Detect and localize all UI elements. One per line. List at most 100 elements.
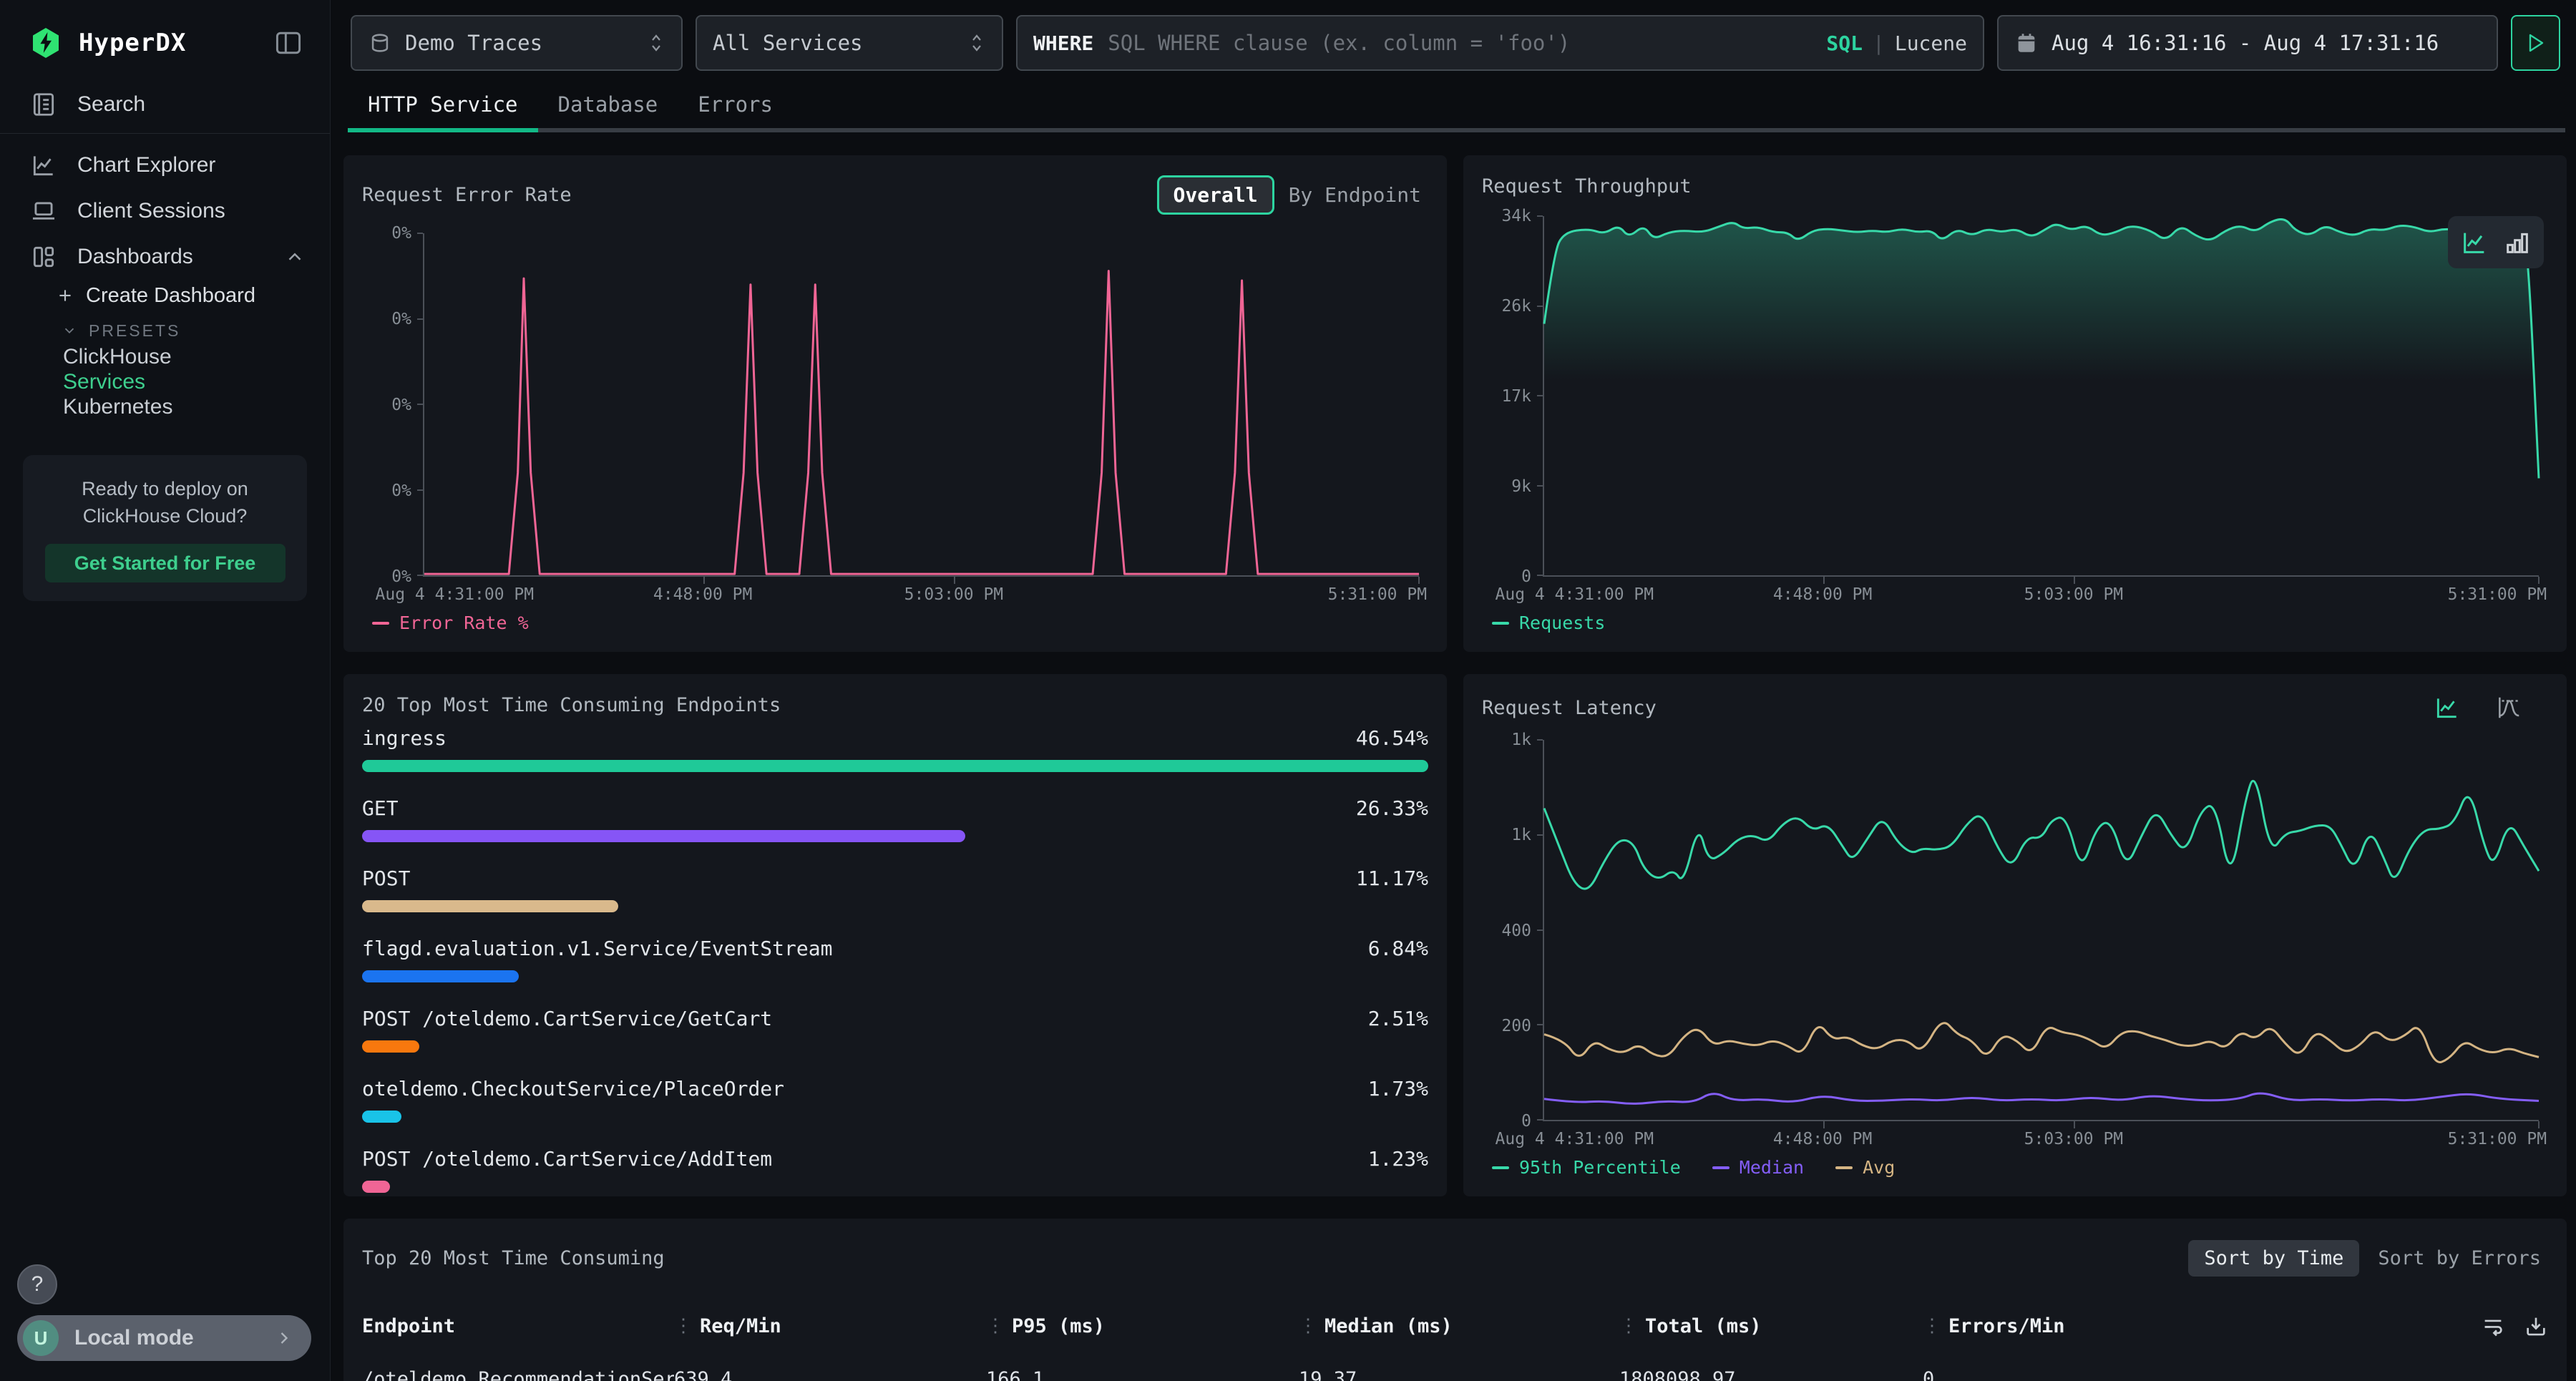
line-chart-icon[interactable] bbox=[2434, 694, 2461, 721]
column-grip-icon[interactable]: ⋮ bbox=[1299, 1315, 1317, 1337]
endpoint-label: POST bbox=[362, 867, 410, 890]
time-range-picker[interactable]: Aug 4 16:31:16 - Aug 4 17:31:16 bbox=[1997, 15, 2498, 71]
histogram-icon[interactable] bbox=[2495, 694, 2522, 721]
wrap-text-icon[interactable] bbox=[2481, 1314, 2505, 1338]
series-line-median bbox=[1544, 1093, 2539, 1103]
service-select[interactable]: All Services bbox=[696, 15, 1003, 71]
sidebar-item-kubernetes[interactable]: Kubernetes bbox=[0, 394, 330, 419]
download-icon[interactable] bbox=[2524, 1314, 2548, 1338]
mode-divider: | bbox=[1873, 31, 1885, 55]
run-query-button[interactable] bbox=[2511, 15, 2560, 71]
overall-toggle-button[interactable]: Overall bbox=[1157, 175, 1274, 215]
endpoint-row[interactable]: GET26.33% bbox=[362, 796, 1428, 842]
y-tick-label: 17k bbox=[1501, 387, 1531, 406]
y-tick-label: 1k bbox=[1511, 826, 1531, 844]
column-header-req-min[interactable]: ⋮Req/Min bbox=[674, 1315, 986, 1337]
table-tools bbox=[2462, 1314, 2548, 1338]
table-cell: 19.37 bbox=[1299, 1368, 1619, 1381]
endpoint-bar bbox=[362, 830, 965, 842]
dashboards-icon bbox=[30, 243, 57, 270]
y-axis: 0%0%0%0%0% bbox=[361, 233, 423, 577]
table-cell: /oteldemo.RecommendationServ bbox=[362, 1368, 674, 1381]
endpoint-percent: 1.73% bbox=[1368, 1077, 1428, 1101]
table-header-row: Endpoint ⋮Req/Min ⋮P95 (ms) ⋮Median (ms)… bbox=[343, 1301, 2567, 1351]
endpoint-row[interactable]: POST11.17% bbox=[362, 867, 1428, 912]
y-tick-label: 0% bbox=[391, 482, 411, 500]
endpoint-row[interactable]: flagd.evaluation.v1.Service/EventStream6… bbox=[362, 937, 1428, 982]
table-row[interactable]: /oteldemo.RecommendationServ639.4166.119… bbox=[343, 1351, 2567, 1381]
column-header-total[interactable]: ⋮Total (ms) bbox=[1619, 1315, 1923, 1337]
chevron-right-icon bbox=[274, 1328, 294, 1348]
sort-by-time-button[interactable]: Sort by Time bbox=[2188, 1240, 2359, 1277]
table-cell: 639.4 bbox=[674, 1368, 986, 1381]
legend-dash-icon bbox=[1835, 1166, 1853, 1169]
y-tick-mark bbox=[417, 575, 423, 576]
by-endpoint-toggle-button[interactable]: By Endpoint bbox=[1289, 183, 1421, 207]
sidebar-item-client-sessions[interactable]: Client Sessions bbox=[0, 188, 330, 234]
legend-label: Error Rate % bbox=[399, 613, 529, 633]
series-line-avg bbox=[1544, 1023, 2539, 1063]
endpoint-row[interactable]: POST /oteldemo.CartService/GetCart2.51% bbox=[362, 1007, 1428, 1053]
endpoint-row[interactable]: POST /oteldemo.CartService/AddItem1.23% bbox=[362, 1147, 1428, 1193]
column-grip-icon[interactable]: ⋮ bbox=[1923, 1315, 1941, 1337]
bar-chart-icon[interactable] bbox=[2503, 228, 2532, 257]
column-header-median[interactable]: ⋮Median (ms) bbox=[1299, 1315, 1619, 1337]
sort-by-errors-button[interactable]: Sort by Errors bbox=[2378, 1247, 2541, 1269]
column-grip-icon[interactable]: ⋮ bbox=[1619, 1315, 1638, 1337]
lucene-mode-button[interactable]: Lucene bbox=[1895, 31, 1967, 55]
sidebar-collapse-icon[interactable] bbox=[273, 27, 304, 59]
column-header-p95[interactable]: ⋮P95 (ms) bbox=[986, 1315, 1299, 1337]
endpoint-label: POST /oteldemo.CartService/AddItem bbox=[362, 1147, 772, 1171]
dashboard-grid: Request Error Rate Overall By Endpoint 0… bbox=[331, 132, 2576, 1381]
column-header-errors-min[interactable]: ⋮Errors/Min bbox=[1923, 1315, 2462, 1337]
where-badge: WHERE bbox=[1033, 31, 1093, 55]
sidebar-item-label: Chart Explorer bbox=[77, 153, 330, 177]
legend-item: Error Rate % bbox=[372, 613, 529, 633]
sidebar-item-chart-explorer[interactable]: Chart Explorer bbox=[0, 142, 330, 188]
column-grip-icon[interactable]: ⋮ bbox=[986, 1315, 1005, 1337]
endpoint-row[interactable]: oteldemo.CheckoutService/PlaceOrder 1.73% bbox=[362, 1077, 1428, 1123]
search-placeholder: SQL WHERE clause (ex. column = 'foo') bbox=[1108, 31, 1826, 55]
endpoint-label: oteldemo.CheckoutService/PlaceOrder bbox=[362, 1077, 784, 1101]
help-button[interactable]: ? bbox=[17, 1264, 57, 1304]
tab-database[interactable]: Database bbox=[538, 82, 678, 128]
search-input[interactable]: WHERE SQL WHERE clause (ex. column = 'fo… bbox=[1016, 15, 1984, 71]
endpoint-percent: 2.51% bbox=[1368, 1007, 1428, 1030]
panel-title: Request Throughput bbox=[1482, 175, 1692, 197]
plot-area[interactable] bbox=[1543, 740, 2539, 1121]
line-chart-icon[interactable] bbox=[2460, 228, 2489, 257]
sidebar-item-search[interactable]: Search bbox=[0, 82, 330, 127]
y-tick-label: 0% bbox=[391, 396, 411, 414]
sidebar: HyperDX Search Chart Explorer bbox=[0, 0, 331, 1381]
source-select-value: Demo Traces bbox=[405, 31, 542, 55]
get-started-button[interactable]: Get Started for Free bbox=[45, 544, 286, 582]
endpoint-row[interactable]: ingress46.54% bbox=[362, 726, 1428, 772]
sidebar-item-services[interactable]: Services bbox=[0, 369, 330, 394]
y-tick-mark bbox=[417, 233, 423, 234]
tab-errors[interactable]: Errors bbox=[678, 82, 793, 128]
endpoint-percent: 46.54% bbox=[1356, 726, 1428, 750]
x-tick-label: Aug 4 4:31:00 PM bbox=[1496, 1130, 1654, 1148]
panel-time-consuming-table: Top 20 Most Time Consuming Sort by Time … bbox=[343, 1219, 2567, 1381]
x-axis: Aug 4 4:31:00 PM4:48:00 PM5:03:00 PM5:31… bbox=[1543, 577, 2539, 608]
user-menu[interactable]: U Local mode bbox=[17, 1315, 311, 1361]
plot-area[interactable] bbox=[423, 233, 1419, 577]
presets-toggle[interactable]: PRESETS bbox=[0, 317, 330, 344]
source-select[interactable]: Demo Traces bbox=[351, 15, 683, 71]
chart-explorer-icon bbox=[30, 152, 57, 179]
latency-chart: 1k1k4002000 Aug 4 4:31:00 PM4:48:00 PM5:… bbox=[1463, 721, 2567, 1153]
column-grip-icon[interactable]: ⋮ bbox=[674, 1315, 693, 1337]
tab-http-service[interactable]: HTTP Service bbox=[348, 82, 538, 128]
sidebar-item-dashboards[interactable]: Dashboards bbox=[0, 234, 330, 280]
chart-type-toolbar bbox=[2434, 694, 2522, 721]
sql-mode-button[interactable]: SQL bbox=[1826, 31, 1863, 55]
plot-area[interactable] bbox=[1543, 216, 2539, 577]
chart-legend: Requests bbox=[1463, 608, 2567, 652]
y-tick-mark bbox=[417, 489, 423, 491]
throughput-chart: 34k26k17k9k0 Aug 4 4:31:00 PM4:48:00 PM5… bbox=[1463, 197, 2567, 608]
legend-item: Median bbox=[1712, 1157, 1804, 1178]
sidebar-item-clickhouse[interactable]: ClickHouse bbox=[0, 344, 330, 369]
create-dashboard-button[interactable]: Create Dashboard bbox=[0, 280, 330, 311]
table-cell: 1808098.97 bbox=[1619, 1368, 1923, 1381]
column-header-endpoint[interactable]: Endpoint bbox=[362, 1315, 674, 1337]
